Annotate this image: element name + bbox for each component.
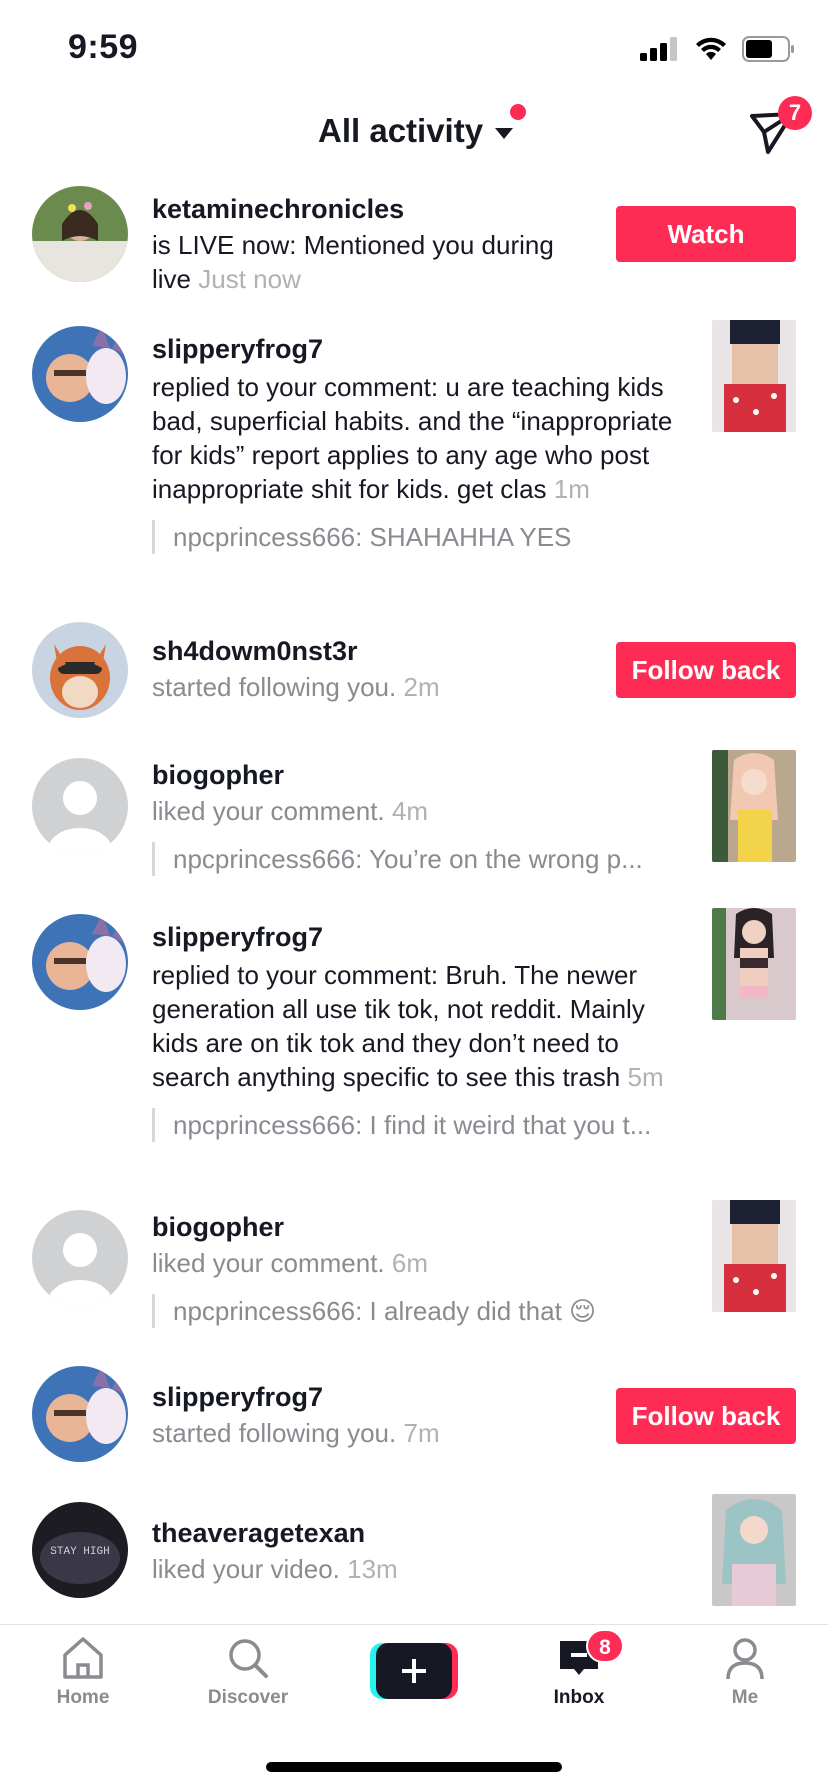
activity-message: liked your comment.: [152, 796, 385, 826]
avatar[interactable]: [32, 622, 128, 718]
page-title: All activity: [318, 112, 484, 149]
activity-time: 2m: [403, 672, 440, 702]
username[interactable]: sh4dowm0nst3r: [152, 634, 592, 668]
default-avatar-icon[interactable]: [32, 1210, 128, 1306]
dm-badge: 7: [778, 96, 812, 130]
tab-discover[interactable]: Discover: [193, 1633, 303, 1709]
activity-row[interactable]: biogopher liked your comment. 6m npcprin…: [0, 1200, 828, 1340]
create-video-button[interactable]: [370, 1643, 458, 1699]
username[interactable]: slipperyfrog7: [152, 920, 692, 954]
activity-row[interactable]: sh4dowm0nst3r started following you. 2m …: [0, 622, 828, 722]
quoted-comment: npcprincess666: SHAHAHHA YES: [152, 520, 682, 554]
quoted-comment: npcprincess666: You’re on the wrong p...: [152, 842, 682, 876]
follow-back-button[interactable]: Follow back: [616, 642, 796, 698]
activity-message: started following you.: [152, 1418, 397, 1448]
tab-label: Inbox: [553, 1687, 605, 1708]
status-time: 9:59: [68, 28, 139, 66]
activity-row[interactable]: slipperyfrog7 started following you. 7m …: [0, 1366, 828, 1466]
tab-home[interactable]: Home: [28, 1633, 138, 1709]
activity-message: started following you.: [152, 672, 397, 702]
home-icon: [63, 1637, 103, 1679]
activity-message: liked your comment.: [152, 1248, 385, 1278]
activity-row[interactable]: slipperyfrog7 replied to your comment: B…: [0, 908, 828, 1184]
username[interactable]: ketaminechronicles: [152, 192, 592, 226]
username[interactable]: biogopher: [152, 1210, 682, 1244]
username[interactable]: theaveragetexan: [152, 1516, 592, 1550]
inbox-badge: 8: [586, 1629, 624, 1663]
username[interactable]: slipperyfrog7: [152, 1380, 592, 1414]
avatar[interactable]: [32, 326, 128, 422]
tab-me[interactable]: Me: [690, 1633, 800, 1709]
new-activity-dot: [510, 104, 526, 120]
search-icon: [229, 1639, 268, 1678]
video-thumbnail[interactable]: [712, 1200, 796, 1312]
activity-time: 5m: [627, 1062, 664, 1092]
activity-row[interactable]: STAY HIGH theaveragetexan liked your vid…: [0, 1494, 828, 1612]
username[interactable]: biogopher: [152, 758, 682, 792]
activity-message: liked your video.: [152, 1554, 340, 1584]
video-thumbnail[interactable]: [712, 908, 796, 1020]
activity-message: replied to your comment: u are teaching …: [152, 372, 673, 504]
battery-icon: [742, 36, 794, 62]
wifi-icon: [696, 37, 726, 60]
activity-row[interactable]: slipperyfrog7 replied to your comment: u…: [0, 320, 828, 596]
tab-label: Me: [731, 1687, 759, 1708]
avatar-text: STAY HIGH: [50, 1546, 109, 1558]
video-thumbnail[interactable]: [712, 750, 796, 862]
activity-time: Just now: [198, 264, 301, 294]
avatar[interactable]: [32, 914, 128, 1010]
activity-filter-dropdown[interactable]: All activity: [318, 112, 514, 150]
activity-row[interactable]: ketaminechronicles is LIVE now: Mentione…: [0, 186, 828, 306]
activity-time: 1m: [553, 474, 590, 504]
activity-time: 7m: [403, 1418, 440, 1448]
avatar[interactable]: STAY HIGH: [32, 1502, 128, 1598]
default-avatar-icon[interactable]: [32, 758, 128, 854]
header: All activity 7: [0, 96, 828, 164]
avatar[interactable]: [32, 1366, 128, 1462]
status-bar: 9:59: [0, 0, 828, 100]
video-thumbnail[interactable]: [712, 1494, 796, 1606]
caret-down-icon: [495, 127, 514, 139]
cellular-signal-icon: [640, 37, 677, 61]
video-thumbnail[interactable]: [712, 320, 796, 432]
follow-back-button[interactable]: Follow back: [616, 1388, 796, 1444]
watch-button[interactable]: Watch: [616, 206, 796, 262]
home-indicator: [266, 1762, 562, 1772]
profile-icon: [726, 1638, 764, 1680]
activity-time: 6m: [391, 1248, 429, 1278]
activity-time: 13m: [347, 1554, 398, 1584]
activity-time: 4m: [391, 796, 429, 826]
tab-label: Discover: [207, 1687, 289, 1708]
activity-message: replied to your comment: Bruh. The newer…: [152, 960, 645, 1092]
username[interactable]: slipperyfrog7: [152, 332, 682, 366]
activity-row[interactable]: biogopher liked your comment. 4m npcprin…: [0, 750, 828, 888]
avatar[interactable]: [32, 186, 128, 282]
tab-label: Home: [56, 1687, 110, 1708]
quoted-comment: npcprincess666: I already did that 😌: [152, 1294, 682, 1328]
quoted-comment: npcprincess666: I find it weird that you…: [152, 1108, 692, 1142]
